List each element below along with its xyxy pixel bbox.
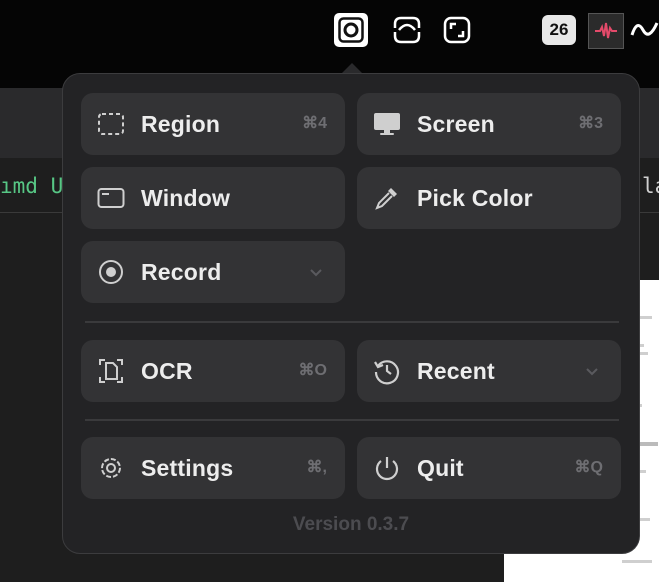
power-icon (373, 454, 401, 482)
pick-color-button[interactable]: Pick Color (357, 167, 621, 229)
pick-color-label: Pick Color (417, 185, 533, 211)
window-label: Window (141, 185, 231, 211)
record-label: Record (141, 259, 222, 285)
settings-shortcut: ⌘, (306, 459, 327, 476)
history-clock-icon (373, 357, 401, 385)
screen-button[interactable]: Screen ⌘3 (357, 93, 621, 155)
capture-menu-icon[interactable] (334, 13, 368, 47)
background-code-text-right: la (642, 174, 659, 198)
audio-app-icon[interactable] (588, 13, 624, 49)
menu-divider (85, 419, 619, 421)
background-code-text: ımd U (0, 174, 64, 198)
region-label: Region (141, 111, 221, 137)
record-button[interactable]: Record (81, 241, 345, 303)
recent-button[interactable]: Recent (357, 340, 621, 402)
screen-shortcut: ⌘3 (578, 115, 603, 132)
chevron-down-icon[interactable] (583, 362, 601, 380)
quit-button[interactable]: Quit ⌘Q (357, 437, 621, 499)
calendar-day-icon[interactable]: 26 (542, 15, 576, 45)
settings-label: Settings (141, 455, 234, 481)
window-icon (97, 184, 125, 212)
ocr-button[interactable]: OCR ⌘O (81, 340, 345, 402)
quit-shortcut: ⌘Q (574, 459, 603, 476)
menu-divider (85, 321, 619, 323)
screen-label: Screen (417, 111, 495, 137)
window-button[interactable]: Window (81, 167, 345, 229)
region-shortcut: ⌘4 (302, 115, 327, 132)
dashed-rect-icon (97, 110, 125, 138)
eyedropper-icon (373, 184, 401, 212)
chevron-down-icon[interactable] (307, 263, 325, 281)
region-button[interactable]: Region ⌘4 (81, 93, 345, 155)
ocr-shortcut: ⌘O (298, 362, 327, 379)
wave-icon[interactable] (630, 13, 659, 47)
capture-menu-panel: Region ⌘4 Screen ⌘3 Window Pick Color Re… (62, 73, 640, 554)
gear-icon (97, 454, 125, 482)
quit-label: Quit (417, 455, 464, 481)
screen-root: ımd U la 2 (0, 0, 659, 582)
settings-button[interactable]: Settings ⌘, (81, 437, 345, 499)
monitor-icon (373, 110, 401, 138)
recent-label: Recent (417, 358, 495, 384)
version-label: Version 0.3.7 (292, 514, 410, 535)
record-icon (97, 258, 125, 286)
ocr-label: OCR (141, 358, 193, 384)
shortcut-scribble-icon[interactable] (390, 13, 424, 47)
resize-window-icon[interactable] (440, 13, 474, 47)
ocr-document-icon (97, 357, 125, 385)
